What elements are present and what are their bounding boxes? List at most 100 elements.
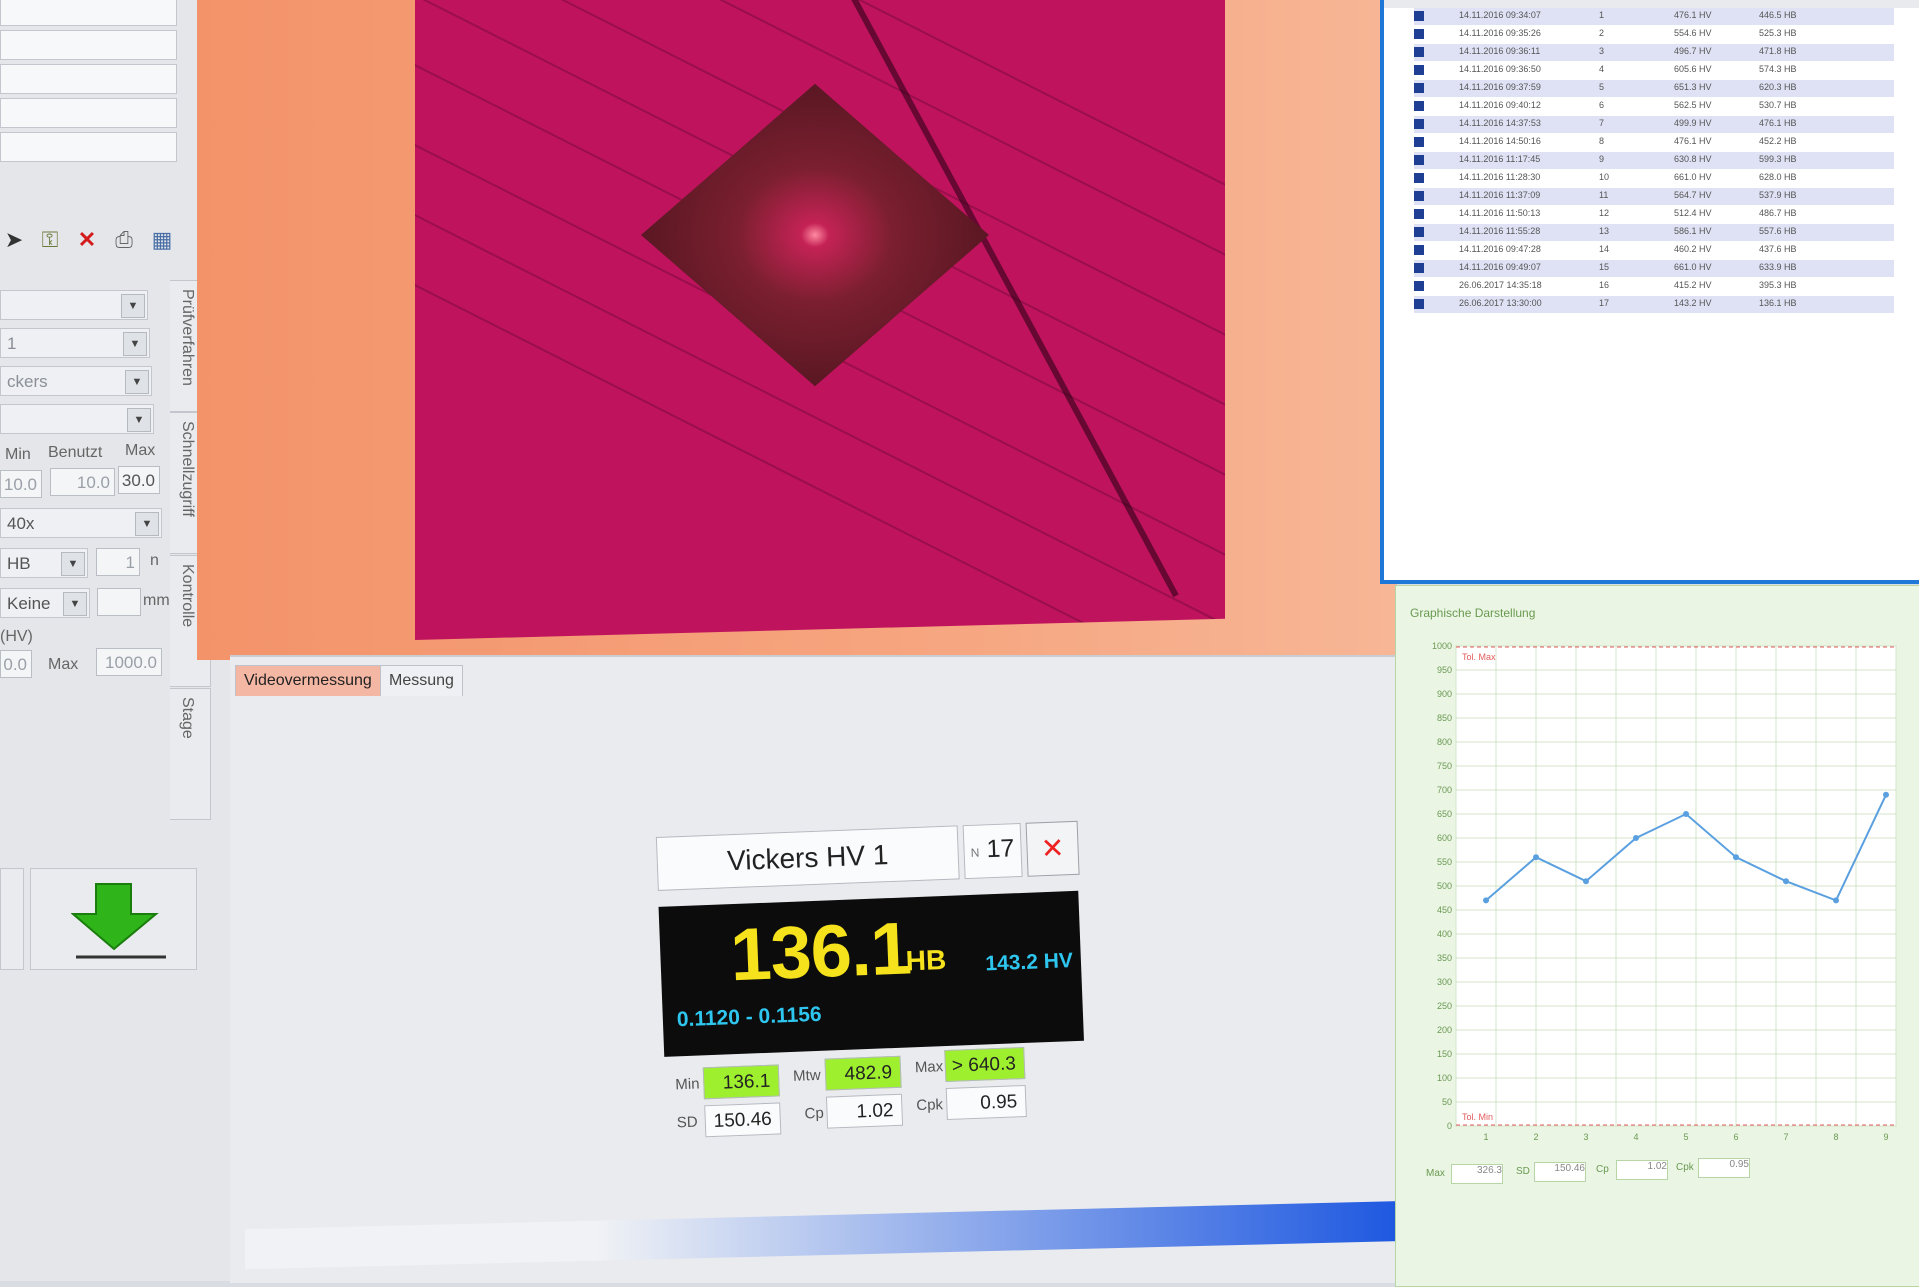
indent-button[interactable] <box>30 868 197 970</box>
row-checkbox[interactable] <box>1414 29 1424 39</box>
method-combo-value: ckers <box>7 372 48 391</box>
table-row[interactable]: 14.11.2016 11:28:30 10 661.0 HV 628.0 HB <box>1414 170 1894 187</box>
row-checkbox[interactable] <box>1414 11 1424 21</box>
chevron-down-icon[interactable]: ▼ <box>127 408 151 432</box>
chevron-down-icon[interactable]: ▼ <box>123 332 147 356</box>
field-1[interactable] <box>0 0 177 26</box>
table-row[interactable]: 26.06.2017 14:35:18 16 415.2 HV 395.3 HB <box>1414 278 1894 295</box>
row-checkbox[interactable] <box>1414 155 1424 165</box>
x-tick-label: 8 <box>1833 1132 1838 1142</box>
lim-max-input[interactable]: 1000.0 <box>96 648 162 676</box>
x-tick-label: 9 <box>1883 1132 1888 1142</box>
close-button[interactable]: ✕ <box>1025 820 1080 877</box>
y-tick-label: 300 <box>1437 977 1452 987</box>
tab-stage[interactable]: Stage <box>170 688 211 820</box>
table-cell: 633.9 HB <box>1759 262 1797 272</box>
y-tick-label: 50 <box>1442 1097 1452 1107</box>
table-cell: 476.1 HB <box>1759 118 1797 128</box>
hb-combo-value: HB <box>7 554 31 573</box>
row-checkbox[interactable] <box>1414 47 1424 57</box>
row-checkbox[interactable] <box>1414 137 1424 147</box>
row-checkbox[interactable] <box>1414 245 1424 255</box>
data-point <box>1683 811 1689 817</box>
mm-input[interactable] <box>97 588 141 616</box>
x-tick-label: 6 <box>1733 1132 1738 1142</box>
row-checkbox[interactable] <box>1414 83 1424 93</box>
method-combo[interactable]: ckers ▼ <box>0 366 152 396</box>
sd-label: SD <box>676 1113 698 1132</box>
chevron-down-icon[interactable]: ▼ <box>125 370 149 394</box>
n-input[interactable]: 1 <box>96 548 140 576</box>
table-cell: 486.7 HB <box>1759 208 1797 218</box>
chart-cpk-label: Cpk <box>1676 1162 1694 1173</box>
table-cell: 2 <box>1599 28 1605 38</box>
table-row[interactable]: 14.11.2016 09:37:59 5 651.3 HV 620.3 HB <box>1414 80 1894 97</box>
row-checkbox[interactable] <box>1414 173 1424 183</box>
field-5[interactable] <box>0 132 177 162</box>
table-row[interactable]: 14.11.2016 14:50:16 8 476.1 HV 452.2 HB <box>1414 134 1894 151</box>
table-row[interactable]: 14.11.2016 11:50:13 12 512.4 HV 486.7 HB <box>1414 206 1894 223</box>
benutzt-input[interactable]: 10.0 <box>50 468 115 496</box>
arrow-icon[interactable]: ➤ <box>0 226 28 254</box>
chevron-down-icon[interactable]: ▼ <box>135 512 159 536</box>
data-point <box>1633 835 1639 841</box>
chart-max-value: 326.3 <box>1451 1164 1503 1184</box>
data-point <box>1883 791 1889 798</box>
table-cell: 446.5 HB <box>1759 10 1797 20</box>
delete-icon[interactable]: ✕ <box>73 226 101 254</box>
table-row[interactable]: 14.11.2016 09:47:28 14 460.2 HV 437.6 HB <box>1414 242 1894 259</box>
tab-videovermessung[interactable]: Videovermessung <box>235 665 381 696</box>
green-down-arrow-icon <box>71 883 166 959</box>
combo-4[interactable]: ▼ <box>0 404 154 434</box>
max-input[interactable]: 30.0 <box>118 466 160 494</box>
lim-min-input[interactable]: 0.0 <box>0 650 32 678</box>
print-icon[interactable]: ⎙ <box>110 226 138 254</box>
chart-panel: Graphische Darstellung 0 50 100 150 200 250 30… <box>1395 585 1919 1287</box>
row-checkbox[interactable] <box>1414 65 1424 75</box>
field-3[interactable] <box>0 64 177 94</box>
table-cell: 530.7 HB <box>1759 100 1797 110</box>
combo-1[interactable]: ▼ <box>0 290 148 320</box>
field-2[interactable] <box>0 30 177 60</box>
chevron-down-icon[interactable]: ▼ <box>121 294 145 318</box>
left-edge-button[interactable] <box>0 868 24 970</box>
objective-combo[interactable]: 40x ▼ <box>0 508 162 538</box>
row-checkbox[interactable] <box>1414 191 1424 201</box>
keine-combo[interactable]: Keine ▼ <box>0 588 90 618</box>
min-input[interactable]: 10.0 <box>0 470 42 498</box>
row-checkbox[interactable] <box>1414 209 1424 219</box>
result-display: 136.1 HB 143.2 HV 0.1120 - 0.1156 <box>658 890 1084 1057</box>
table-row[interactable]: 14.11.2016 09:34:07 1 476.1 HV 446.5 HB <box>1414 8 1894 25</box>
chevron-down-icon[interactable]: ▼ <box>61 552 85 576</box>
table-row[interactable]: 14.11.2016 11:37:09 11 564.7 HV 537.9 HB <box>1414 188 1894 205</box>
key-icon[interactable]: ⚿ <box>36 226 64 254</box>
field-4[interactable] <box>0 98 177 128</box>
chart-cp-label: Cp <box>1596 1164 1609 1175</box>
method-name: Vickers HV 1 <box>655 825 960 891</box>
table-row[interactable]: 26.06.2017 13:30:00 17 143.2 HV 136.1 HB <box>1414 296 1894 313</box>
row-checkbox[interactable] <box>1414 119 1424 129</box>
measurement-widget: Vickers HV 1 N 17 ✕ 136.1 HB 143.2 HV 0.… <box>655 798 1098 1154</box>
table-row[interactable]: 14.11.2016 11:17:45 9 630.8 HV 599.3 HB <box>1414 152 1894 169</box>
hb-combo[interactable]: HB ▼ <box>0 548 88 578</box>
tab-messung[interactable]: Messung <box>380 665 463 696</box>
row-checkbox[interactable] <box>1414 263 1424 273</box>
chart-bottom-stats: Max 326.3 SD 150.46 Cp 1.02 Cpk 0.95 <box>1426 1156 1906 1196</box>
table-row[interactable]: 14.11.2016 09:40:12 6 562.5 HV 530.7 HB <box>1414 98 1894 115</box>
table-row[interactable]: 14.11.2016 11:55:28 13 586.1 HV 557.6 HB <box>1414 224 1894 241</box>
row-checkbox[interactable] <box>1414 101 1424 111</box>
table-row[interactable]: 14.11.2016 09:36:11 3 496.7 HV 471.8 HB <box>1414 44 1894 61</box>
row-checkbox[interactable] <box>1414 281 1424 291</box>
combo-2[interactable]: 1 ▼ <box>0 328 150 358</box>
table-row[interactable]: 14.11.2016 14:37:53 7 499.9 HV 476.1 HB <box>1414 116 1894 133</box>
row-checkbox[interactable] <box>1414 227 1424 237</box>
table-icon[interactable]: ▦ <box>148 226 176 254</box>
table-row[interactable]: 14.11.2016 09:49:07 15 661.0 HV 633.9 HB <box>1414 260 1894 277</box>
chevron-down-icon[interactable]: ▼ <box>63 592 87 616</box>
row-checkbox[interactable] <box>1414 299 1424 309</box>
table-row[interactable]: 14.11.2016 09:36:50 4 605.6 HV 574.3 HB <box>1414 62 1894 79</box>
cpk-label: Cpk <box>916 1096 944 1115</box>
table-row[interactable]: 14.11.2016 09:35:26 2 554.6 HV 525.3 HB <box>1414 26 1894 43</box>
y-tick-label: 900 <box>1437 689 1452 699</box>
data-point <box>1733 854 1739 861</box>
